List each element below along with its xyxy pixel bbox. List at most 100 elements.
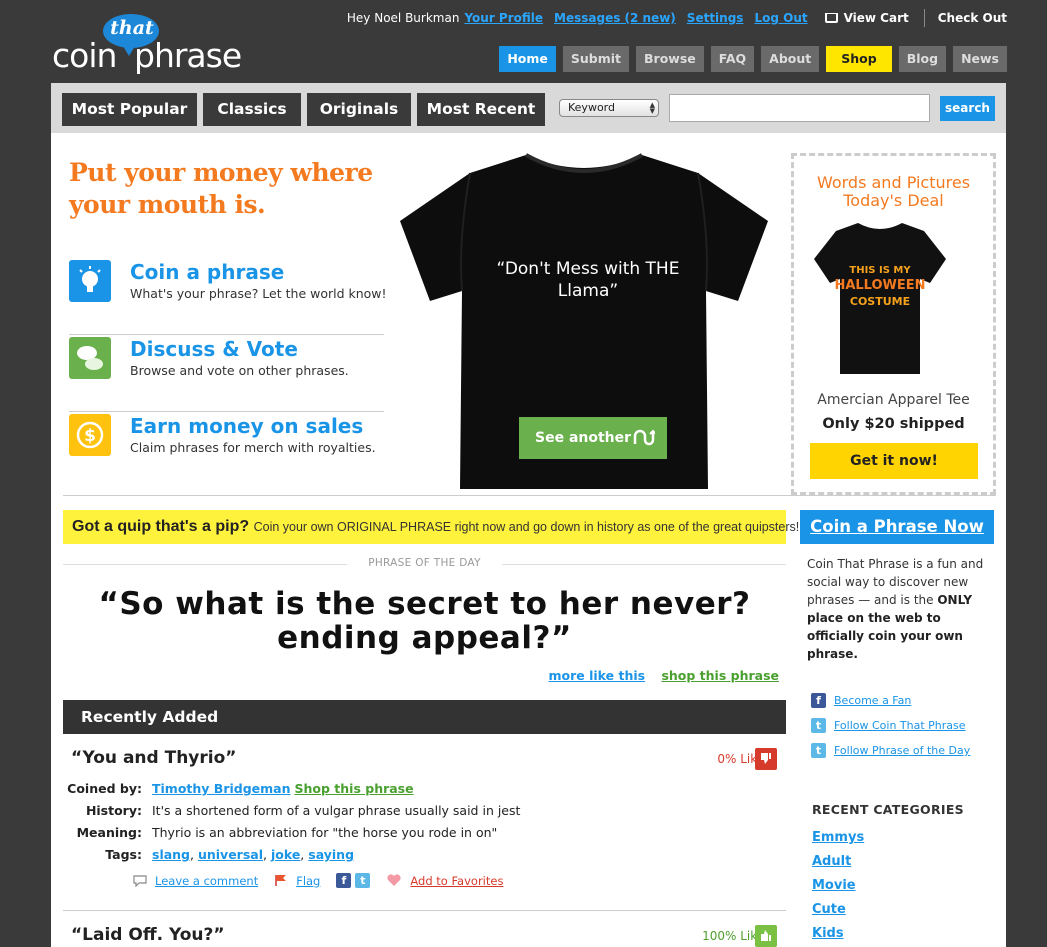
featured-shirt[interactable]: “Don't Mess with THE Llama” See another — [398, 151, 770, 491]
category-link[interactable]: Kids — [812, 926, 844, 941]
coin-phrase-now-button[interactable]: Coin a Phrase Now — [800, 510, 994, 544]
recently-added-header: Recently Added — [63, 700, 786, 734]
search-button[interactable]: search — [940, 96, 995, 121]
svg-text:$: $ — [84, 426, 96, 446]
feature-discuss[interactable]: Discuss & Vote Browse and vote on other … — [69, 337, 384, 412]
social-facebook[interactable]: f Become a Fan — [811, 693, 911, 708]
category-link[interactable]: Cute — [812, 902, 846, 917]
get-it-now-button[interactable]: Get it now! — [810, 443, 978, 479]
about-blurb: Coin That Phrase is a fun and social way… — [807, 555, 992, 663]
nav-browse[interactable]: Browse — [636, 46, 704, 72]
search-type-value: Keyword — [568, 101, 615, 114]
quip-banner[interactable]: Got a quip that's a pip? Coin your own O… — [63, 510, 799, 544]
category-link[interactable]: Adult — [812, 854, 851, 869]
twitter-share-icon[interactable]: t — [355, 873, 371, 888]
shuffle-icon — [633, 429, 655, 446]
feature-coin[interactable]: Coin a phrase What's your phrase? Let th… — [69, 260, 387, 335]
feature-earn[interactable]: $ Earn money on sales Claim phrases for … — [69, 414, 384, 489]
see-another-label: See another — [535, 430, 632, 446]
heart-icon — [387, 874, 401, 886]
nav-submit[interactable]: Submit — [562, 46, 630, 72]
entry-details: Coined by: Timothy Bridgeman Shop this p… — [63, 778, 563, 866]
divider — [63, 910, 786, 911]
select-arrows-icon: ▲ ▼ — [649, 101, 655, 115]
coined-by-link[interactable]: Timothy Bridgeman — [152, 781, 291, 796]
flag-icon — [275, 875, 287, 886]
tab-most-recent[interactable]: Most Recent — [417, 93, 545, 126]
follow-coin-that-phrase-link[interactable]: Follow Coin That Phrase — [834, 719, 966, 732]
nav-faq[interactable]: FAQ — [710, 46, 755, 72]
quip-text: Coin your own ORIGINAL PHRASE right now … — [253, 520, 800, 534]
logout-link[interactable]: Log Out — [754, 11, 807, 25]
leave-comment-link[interactable]: Leave a comment — [155, 874, 258, 888]
search-input[interactable] — [669, 94, 930, 122]
tab-originals[interactable]: Originals — [307, 93, 411, 126]
divider — [923, 9, 925, 27]
flag-link[interactable]: Flag — [296, 874, 320, 888]
history-value: It's a shortened form of a vulgar phrase… — [152, 803, 521, 818]
daily-deal: Words and Pictures Today's Deal THIS IS … — [791, 153, 996, 495]
follow-phrase-of-day-link[interactable]: Follow Phrase of the Day — [834, 744, 970, 757]
messages-link[interactable]: Messages (2 new) — [554, 11, 676, 25]
facebook-share-icon[interactable]: f — [336, 873, 352, 888]
see-another-button[interactable]: See another — [519, 417, 667, 459]
comment-icon — [133, 875, 147, 887]
dollar-coin-icon: $ — [69, 414, 111, 456]
nav-news[interactable]: News — [953, 46, 1007, 72]
nav-blog[interactable]: Blog — [898, 46, 947, 72]
tag-link[interactable]: slang — [152, 847, 190, 862]
cart-icon — [824, 13, 838, 23]
checkout-link[interactable]: Check Out — [938, 11, 1007, 25]
tag-link[interactable]: saying — [308, 847, 354, 862]
divider — [63, 495, 996, 496]
more-like-this-link[interactable]: more like this — [549, 668, 646, 683]
deal-shirt-image[interactable]: THIS IS MY HALLOWEEN COSTUME — [814, 221, 946, 376]
nav-shop[interactable]: Shop — [826, 46, 892, 72]
thumbs-down-icon[interactable] — [755, 748, 777, 770]
view-cart-link[interactable]: View Cart — [824, 11, 909, 25]
nav-home[interactable]: Home — [499, 46, 556, 72]
shop-phrase-link[interactable]: Shop this phrase — [295, 781, 414, 796]
category-link[interactable]: Emmys — [812, 830, 864, 845]
tab-classics[interactable]: Classics — [203, 93, 301, 126]
site-logo[interactable]: that coin phrase — [52, 14, 242, 78]
svg-text:HALLOWEEN: HALLOWEEN — [834, 278, 925, 293]
feature-title: Coin a phrase — [130, 260, 285, 284]
thumbs-up-icon[interactable] — [755, 925, 777, 947]
become-fan-link[interactable]: Become a Fan — [834, 694, 911, 707]
tag-link[interactable]: joke — [271, 847, 300, 862]
tags-label: Tags: — [105, 847, 142, 862]
settings-link[interactable]: Settings — [687, 11, 744, 25]
social-twitter-2[interactable]: t Follow Phrase of the Day — [811, 743, 970, 758]
search-type-select[interactable]: Keyword ▲ ▼ — [559, 99, 659, 117]
tab-most-popular[interactable]: Most Popular — [62, 93, 197, 126]
potd-links: more like this shop this phrase — [549, 668, 780, 683]
user-bar: Hey Noel Burkman Your Profile Messages (… — [347, 9, 1007, 27]
nav-about[interactable]: About — [761, 46, 820, 72]
entry-actions: Leave a comment Flag f t Add to Favorite… — [133, 873, 519, 888]
view-cart-label: View Cart — [843, 11, 909, 25]
phrase-of-the-day-label: PHRASE OF THE DAY — [63, 557, 786, 569]
entry-phrase[interactable]: “Laid Off. You?” — [71, 925, 225, 945]
meaning-label: Meaning: — [76, 825, 142, 840]
tag-link[interactable]: universal — [198, 847, 263, 862]
category-bar: Most Popular Classics Originals Most Rec… — [51, 83, 1006, 133]
tags-list: slang, universal, joke, saying — [152, 847, 355, 862]
feature-desc: Claim phrases for merch with royalties. — [130, 440, 376, 455]
entry-phrase[interactable]: “You and Thyrio” — [71, 748, 236, 768]
coined-by-label: Coined by: — [67, 781, 142, 796]
content-panel: Put your money where your mouth is. Coin… — [51, 133, 1006, 947]
hero-headline: Put your money where your mouth is. — [69, 158, 373, 219]
feature-title: Discuss & Vote — [130, 337, 298, 361]
category-link[interactable]: Movie — [812, 878, 856, 893]
svg-text:THIS IS MY: THIS IS MY — [849, 265, 911, 276]
lightbulb-icon — [69, 260, 111, 302]
speech-bubbles-icon — [69, 337, 111, 379]
your-profile-link[interactable]: Your Profile — [464, 11, 543, 25]
logo-coin: coin — [52, 36, 117, 75]
feature-desc: What's your phrase? Let the world know! — [130, 286, 387, 301]
deal-product: Amercian Apparel Tee — [817, 392, 970, 408]
social-twitter-1[interactable]: t Follow Coin That Phrase — [811, 718, 966, 733]
add-favorites-link[interactable]: Add to Favorites — [410, 874, 503, 888]
shop-this-phrase-link[interactable]: shop this phrase — [661, 668, 779, 683]
